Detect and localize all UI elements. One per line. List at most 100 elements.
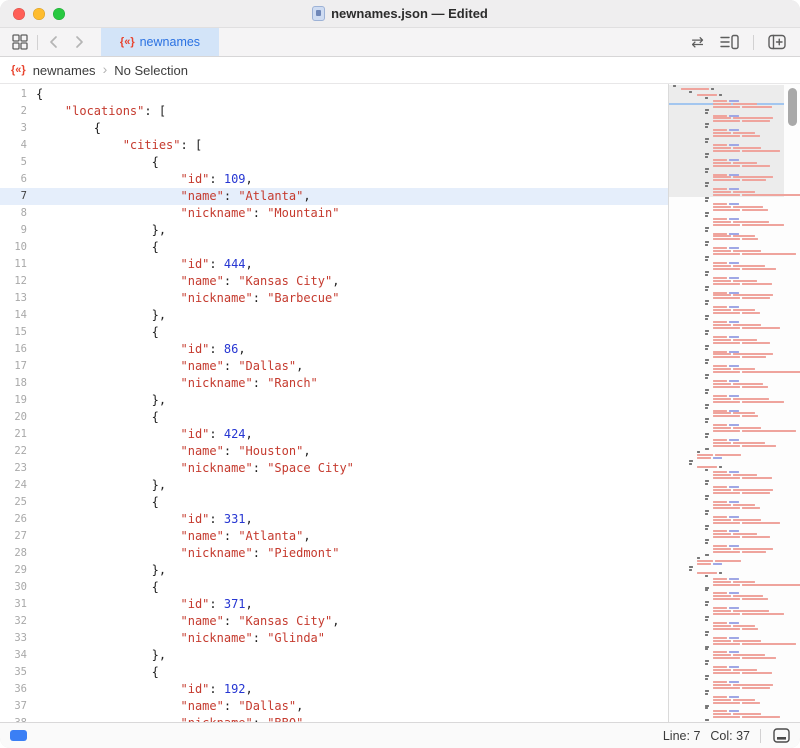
minimap[interactable] <box>668 84 800 722</box>
code-line[interactable]: 35 { <box>0 664 668 681</box>
minimap-bar <box>715 560 741 562</box>
code-line[interactable]: 38 "nickname": "BBQ" <box>0 715 668 722</box>
minimap-bar <box>733 176 773 178</box>
minimap-bar <box>705 168 709 170</box>
code-line[interactable]: 36 "id": 192, <box>0 681 668 698</box>
code-line[interactable]: 18 "nickname": "Ranch" <box>0 375 668 392</box>
code-text: "nickname": "BBQ" <box>36 715 303 722</box>
code-line[interactable]: 9 }, <box>0 222 668 239</box>
minimap-bar <box>713 135 740 137</box>
minimap-bar <box>713 651 727 653</box>
minimap-bar <box>713 162 731 164</box>
cursor-position: Line: 7 Col: 37 <box>663 726 792 745</box>
code-line[interactable]: 17 "name": "Dallas", <box>0 358 668 375</box>
code-line[interactable]: 28 "nickname": "Piedmont" <box>0 545 668 562</box>
line-number: 6 <box>0 171 36 188</box>
minimap-bar <box>705 230 708 232</box>
minimap-bar <box>742 253 796 255</box>
minimap-bar <box>713 179 740 181</box>
minimap-bar <box>729 439 739 441</box>
code-editor[interactable]: 1{2 "locations": [3 {4 "cities": [5 {6 "… <box>0 84 668 722</box>
code-line[interactable]: 23 "nickname": "Space City" <box>0 460 668 477</box>
minimap-bar <box>713 206 731 208</box>
add-editor-icon[interactable] <box>766 32 788 52</box>
editor-bottom-bar-icon[interactable] <box>771 726 792 745</box>
minimap-bar <box>742 536 770 538</box>
code-line[interactable]: 34 }, <box>0 647 668 664</box>
line-number: 30 <box>0 579 36 596</box>
code-line[interactable]: 10 { <box>0 239 668 256</box>
code-line[interactable]: 11 "id": 444, <box>0 256 668 273</box>
minimize-window-button[interactable] <box>33 8 45 20</box>
code-line[interactable]: 19 }, <box>0 392 668 409</box>
line-number: 20 <box>0 409 36 426</box>
window-title: newnames.json — Edited <box>331 6 488 21</box>
code-line[interactable]: 13 "nickname": "Barbecue" <box>0 290 668 307</box>
minimap-bar <box>742 628 758 630</box>
minimap-bar <box>733 442 765 444</box>
tab-newnames[interactable]: {«} newnames <box>101 28 219 56</box>
code-line[interactable]: 16 "id": 86, <box>0 341 668 358</box>
go-back-icon[interactable] <box>45 32 63 52</box>
minimap-bar <box>705 256 709 258</box>
code-line[interactable]: 30 { <box>0 579 668 596</box>
code-line[interactable]: 8 "nickname": "Mountain" <box>0 205 668 222</box>
swap-editor-icon[interactable]: ⇄ <box>689 33 706 52</box>
code-line[interactable]: 3 { <box>0 120 668 137</box>
minimap-bar <box>742 165 770 167</box>
code-line[interactable]: 37 "name": "Dallas", <box>0 698 668 715</box>
code-line[interactable]: 27 "name": "Atlanta", <box>0 528 668 545</box>
minimap-bar <box>713 516 727 518</box>
code-line[interactable]: 14 }, <box>0 307 668 324</box>
code-line[interactable]: 15 { <box>0 324 668 341</box>
divider <box>760 729 761 743</box>
zoom-window-button[interactable] <box>53 8 65 20</box>
code-line[interactable]: 24 }, <box>0 477 668 494</box>
code-line[interactable]: 26 "id": 331, <box>0 511 668 528</box>
minimap-bar <box>705 589 708 591</box>
minimap-toggle-icon[interactable] <box>718 32 741 52</box>
line-number: 15 <box>0 324 36 341</box>
minimap-bar <box>729 144 739 146</box>
code-line[interactable]: 33 "nickname": "Glinda" <box>0 630 668 647</box>
code-line[interactable]: 7 "name": "Atlanta", <box>0 188 668 205</box>
scrollbar-thumb[interactable] <box>788 88 797 126</box>
minimap-bar <box>713 625 731 627</box>
minimap-bar <box>689 569 692 571</box>
minimap-bar <box>729 100 739 102</box>
code-line[interactable]: 29 }, <box>0 562 668 579</box>
related-items-icon[interactable] <box>10 32 30 52</box>
code-line[interactable]: 25 { <box>0 494 668 511</box>
breadcrumb-selection[interactable]: No Selection <box>114 63 188 78</box>
minimap-bar <box>705 315 709 317</box>
code-line[interactable]: 4 "cities": [ <box>0 137 668 154</box>
minimap-bar <box>705 542 708 544</box>
minimap-bar <box>705 513 708 515</box>
minimap-bar <box>705 345 709 347</box>
minimap-bar <box>713 106 740 108</box>
code-line[interactable]: 2 "locations": [ <box>0 103 668 120</box>
code-line[interactable]: 20 { <box>0 409 668 426</box>
code-line[interactable]: 6 "id": 109, <box>0 171 668 188</box>
breadcrumb-file[interactable]: newnames <box>33 63 96 78</box>
minimap-bar <box>733 339 757 341</box>
code-line[interactable]: 21 "id": 424, <box>0 426 668 443</box>
minimap-bar <box>742 327 780 329</box>
code-line[interactable]: 31 "id": 371, <box>0 596 668 613</box>
code-line[interactable]: 12 "name": "Kansas City", <box>0 273 668 290</box>
minimap-bar <box>713 654 731 656</box>
code-text: { <box>36 239 159 256</box>
close-window-button[interactable] <box>13 8 25 20</box>
minimap-bar <box>705 495 709 497</box>
minimap-bar <box>713 386 740 388</box>
go-forward-icon[interactable] <box>70 32 88 52</box>
code-line[interactable]: 1{ <box>0 86 668 103</box>
code-text: }, <box>36 392 166 409</box>
code-line[interactable]: 22 "name": "Houston", <box>0 443 668 460</box>
minimap-bar <box>705 648 708 650</box>
code-line[interactable]: 5 { <box>0 154 668 171</box>
code-text: "id": 424, <box>36 426 253 443</box>
line-number: 5 <box>0 154 36 171</box>
minimap-bar <box>733 117 773 119</box>
code-line[interactable]: 32 "name": "Kansas City", <box>0 613 668 630</box>
